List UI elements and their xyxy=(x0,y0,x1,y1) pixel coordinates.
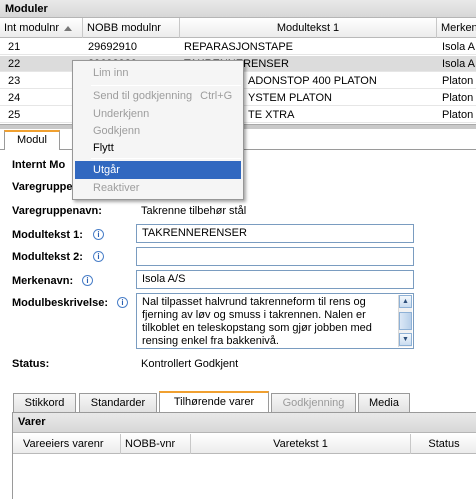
cell-int-modulnr: 21 xyxy=(8,41,21,53)
tab-tilhorende-varer[interactable]: Tilhørende varer xyxy=(159,391,269,412)
cell-nobb-modulnr: 29692910 xyxy=(88,41,137,53)
cell-int-modulnr: 22 xyxy=(8,58,21,70)
modulbeskrivelse-text: Nal tilpasset halvrund takrenneform til … xyxy=(142,296,372,347)
col-header-vareeiers-varenr[interactable]: Vareeiers varenr xyxy=(13,434,121,454)
modultekst1-field[interactable]: TAKRENNERENSER xyxy=(136,224,414,243)
moduler-panel-title: Moduler xyxy=(0,0,476,18)
menu-item-reaktiver: Reaktiver xyxy=(93,182,140,194)
menu-item-godkjenn: Godkjenn xyxy=(93,125,141,137)
tab-godkjenning: Godkjenning xyxy=(271,393,356,412)
tab-gap xyxy=(5,149,59,150)
menu-item-lim-inn: Lim inn xyxy=(93,67,129,79)
cell-merke: Isola A xyxy=(442,41,476,53)
merkenavn-label: Merkenavn: xyxy=(12,275,74,287)
tab-modul[interactable]: Modul xyxy=(4,130,60,150)
cell-int-modulnr: 25 xyxy=(8,109,21,121)
cell-modultekst: REPARASJONSTAPE xyxy=(184,41,294,53)
modulbeskrivelse-label: Modulbeskrivelse: xyxy=(12,297,108,309)
menu-item-shortcut: Ctrl+G xyxy=(200,90,233,102)
menu-separator xyxy=(91,85,241,86)
menu-item-underkjenn: Underkjenn xyxy=(93,108,150,120)
merkenavn-field[interactable]: Isola A/S xyxy=(136,270,414,289)
tab-stikkord[interactable]: Stikkord xyxy=(13,393,76,412)
modultekst2-label: Modultekst 2: xyxy=(12,251,83,263)
modulbeskrivelse-field[interactable]: Nal tilpasset halvrund takrenneform til … xyxy=(136,293,414,349)
cell-int-modulnr: 24 xyxy=(8,92,21,104)
info-icon[interactable]: i xyxy=(82,275,93,286)
scroll-thumb[interactable] xyxy=(399,312,412,330)
col-header-nobb-modulnr[interactable]: NOBB modulnr xyxy=(83,18,180,38)
info-icon[interactable]: i xyxy=(93,251,104,262)
modultekst2-field[interactable] xyxy=(136,247,414,266)
table-row[interactable]: 21 29692910 REPARASJONSTAPE Isola A xyxy=(0,39,476,55)
vertical-scrollbar[interactable]: ▲ ▼ xyxy=(398,295,412,347)
tab-media[interactable]: Media xyxy=(358,393,410,412)
varer-grid-header: Vareeiers varenr NOBB-vnr Varetekst 1 St… xyxy=(13,434,476,454)
cell-merke: Platon xyxy=(442,109,474,121)
sort-ascending-icon xyxy=(64,25,73,31)
cell-merke: Platon xyxy=(442,92,474,104)
menu-item-utgar[interactable]: Utgår xyxy=(75,161,241,179)
modultekst1-label: Modultekst 1: xyxy=(12,229,83,241)
col-header-merkenavn[interactable]: Merken xyxy=(437,18,476,38)
scroll-down-icon[interactable]: ▼ xyxy=(399,333,412,346)
varer-panel-title: Varer xyxy=(13,413,476,433)
cell-merke: Platon xyxy=(442,75,474,87)
internt-modulnr-label: Internt Mo xyxy=(12,159,66,171)
info-icon[interactable]: i xyxy=(117,297,128,308)
varegruppenavn-label: Varegruppenavn: xyxy=(12,205,102,217)
tab-standarder[interactable]: Standarder xyxy=(79,393,157,412)
cell-modultekst: YSTEM PLATON xyxy=(248,92,332,104)
scroll-up-icon[interactable]: ▲ xyxy=(399,295,412,308)
menu-item-send-til-godkjenning-label: Send til godkjenning xyxy=(93,90,193,102)
col-header-status[interactable]: Status xyxy=(411,434,476,454)
varer-panel: Varer Vareeiers varenr NOBB-vnr Vareteks… xyxy=(12,413,476,499)
status-value: Kontrollert Godkjent xyxy=(141,358,239,370)
menu-separator xyxy=(91,158,241,159)
cell-merke: Isola A xyxy=(442,58,476,70)
menu-item-send-til-godkjenning: Send til godkjenning Ctrl+G xyxy=(75,87,241,105)
cell-modultekst: TE XTRA xyxy=(248,109,295,121)
cell-modultekst: ADONSTOP 400 PLATON xyxy=(248,75,377,87)
col-header-varetekst1[interactable]: Varetekst 1 xyxy=(191,434,411,454)
status-label: Status: xyxy=(12,358,50,370)
cell-int-modulnr: 23 xyxy=(8,75,21,87)
col-header-modultekst1[interactable]: Modultekst 1 xyxy=(180,18,437,38)
menu-item-flytt[interactable]: Flytt xyxy=(75,139,241,157)
varegruppenavn-value: Takrenne tilbehør stål xyxy=(141,205,247,217)
col-header-int-modulnr-label: Int modulnr xyxy=(4,22,60,34)
info-icon[interactable]: i xyxy=(93,229,104,240)
col-header-nobb-vnr[interactable]: NOBB-vnr xyxy=(121,434,191,454)
col-header-int-modulnr[interactable]: Int modulnr xyxy=(0,18,83,38)
context-menu: Lim inn Send til godkjenning Ctrl+G Unde… xyxy=(72,60,244,200)
moduler-grid-header: Int modulnr NOBB modulnr Modultekst 1 Me… xyxy=(0,18,476,38)
varegruppe-label: Varegruppe xyxy=(12,181,73,193)
